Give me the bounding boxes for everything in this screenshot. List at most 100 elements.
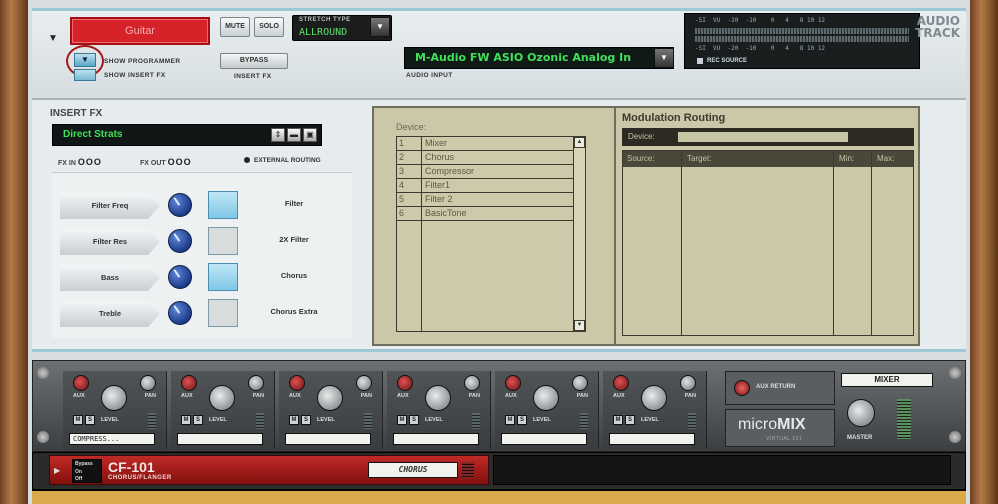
- macro-button[interactable]: [208, 263, 238, 291]
- level-knob[interactable]: [101, 385, 127, 411]
- bypass-button[interactable]: BYPASS: [220, 53, 288, 69]
- folder-icon[interactable]: ▬: [287, 128, 301, 142]
- device-list-item[interactable]: 3 Compressor: [397, 165, 573, 179]
- mute-button[interactable]: M: [73, 415, 83, 425]
- aux-return-knob[interactable]: [734, 380, 750, 396]
- channel-name-field[interactable]: [177, 433, 263, 445]
- mixer-channel: AUX PAN M S LEVEL: [387, 371, 491, 449]
- mute-button[interactable]: M: [289, 415, 299, 425]
- scroll-up-icon[interactable]: ▲: [574, 137, 585, 148]
- aux-knob[interactable]: [397, 375, 413, 391]
- pan-knob[interactable]: [464, 375, 480, 391]
- level-label: LEVEL: [533, 417, 551, 423]
- save-icon[interactable]: ▣: [303, 128, 317, 142]
- modulation-routing-title: Modulation Routing: [622, 112, 726, 124]
- pan-label: PAN: [468, 393, 480, 399]
- macro-knob[interactable]: [168, 229, 192, 253]
- pan-knob[interactable]: [572, 375, 588, 391]
- show-programmer-button[interactable]: ▼: [74, 53, 96, 67]
- pan-label: PAN: [684, 393, 696, 399]
- macro-row: Bass Chorus: [60, 263, 350, 293]
- macro-knob[interactable]: [168, 193, 192, 217]
- track-name-field[interactable]: Guitar: [70, 17, 210, 45]
- channel-name-field[interactable]: [501, 433, 587, 445]
- audio-input-dropdown-icon[interactable]: ▼: [654, 48, 674, 68]
- device-list-item[interactable]: 4 Filter1: [397, 179, 573, 193]
- level-knob[interactable]: [533, 385, 559, 411]
- macro-knob-label: Treble: [60, 301, 160, 327]
- mute-button[interactable]: M: [505, 415, 515, 425]
- insert-fx-small-label: INSERT FX: [234, 73, 272, 80]
- solo-button[interactable]: S: [85, 415, 95, 425]
- device-number: 1: [399, 138, 405, 148]
- aux-knob[interactable]: [73, 375, 89, 391]
- aux-knob[interactable]: [289, 375, 305, 391]
- macro-row: Filter Freq Filter: [60, 191, 350, 221]
- aux-knob[interactable]: [613, 375, 629, 391]
- level-knob[interactable]: [209, 385, 235, 411]
- modulation-device-row: Device:: [622, 128, 914, 146]
- modulation-table: Source: Target: Min: Max:: [622, 150, 914, 336]
- macro-button[interactable]: [208, 299, 238, 327]
- patch-scroll-icon[interactable]: ⇕: [271, 128, 285, 142]
- pan-knob[interactable]: [140, 375, 156, 391]
- solo-button[interactable]: S: [625, 415, 635, 425]
- min-column-header: Min:: [839, 154, 855, 163]
- channel-name-field[interactable]: [393, 433, 479, 445]
- level-knob[interactable]: [641, 385, 667, 411]
- macro-knob[interactable]: [168, 265, 192, 289]
- device-name: Chorus: [425, 152, 455, 162]
- master-knob[interactable]: [847, 399, 875, 427]
- channel-name-field[interactable]: COMPRESS...: [69, 433, 155, 445]
- solo-button[interactable]: S: [301, 415, 311, 425]
- table-divider: [871, 151, 872, 335]
- solo-button[interactable]: S: [193, 415, 203, 425]
- aux-knob[interactable]: [181, 375, 197, 391]
- external-routing[interactable]: EXTERNAL ROUTING: [244, 157, 321, 164]
- device-list-item[interactable]: 1 Mixer: [397, 137, 573, 151]
- device-list-item[interactable]: 6 BasicTone: [397, 207, 573, 221]
- rec-source-button[interactable]: [697, 58, 703, 64]
- device-number: 4: [399, 180, 405, 190]
- macro-button-label: Filter: [284, 199, 304, 208]
- pan-knob[interactable]: [356, 375, 372, 391]
- modulation-device-field[interactable]: [678, 132, 848, 142]
- pan-knob[interactable]: [248, 375, 264, 391]
- cf101-bypass-switch[interactable]: Bypass On Off: [72, 459, 102, 483]
- solo-button[interactable]: S: [409, 415, 419, 425]
- device-list-item[interactable]: 2 Chorus: [397, 151, 573, 165]
- macro-button[interactable]: [208, 227, 238, 255]
- aux-knob[interactable]: [505, 375, 521, 391]
- scroll-down-icon[interactable]: ▼: [574, 320, 585, 331]
- mute-button[interactable]: M: [397, 415, 407, 425]
- cf101-panel: [493, 455, 951, 485]
- level-knob[interactable]: [317, 385, 343, 411]
- mute-button[interactable]: M: [181, 415, 191, 425]
- device-list-item[interactable]: 5 Filter 2: [397, 193, 573, 207]
- cf101-patch-field[interactable]: CHORUS: [368, 462, 458, 478]
- audio-input-select[interactable]: M-Audio FW ASIO Ozonic Analog In: [404, 47, 674, 69]
- patch-display[interactable]: Direct Strats ⇕ ▬ ▣: [52, 124, 322, 146]
- mute-button[interactable]: M: [613, 415, 623, 425]
- macro-knob[interactable]: [168, 301, 192, 325]
- fx-out-leds: OOO: [167, 157, 192, 167]
- solo-button[interactable]: SOLO: [254, 17, 284, 37]
- mixer-name-field[interactable]: MIXER: [841, 373, 933, 387]
- show-insert-fx-button[interactable]: [74, 69, 96, 81]
- collapse-arrow-icon[interactable]: ▼: [48, 33, 58, 44]
- cf101-fold-icon[interactable]: ▶: [54, 466, 60, 475]
- channel-name-field[interactable]: [285, 433, 371, 445]
- device-list-scrollbar[interactable]: ▲ ▼: [573, 137, 585, 331]
- macro-controls: Filter Freq Filter Filter Res 2X Filter …: [52, 172, 352, 338]
- macro-knob-label: Bass: [60, 265, 160, 291]
- solo-button[interactable]: S: [517, 415, 527, 425]
- stretch-dropdown-icon[interactable]: ▼: [370, 17, 390, 37]
- fx-in-leds: OOO: [77, 157, 102, 167]
- level-knob[interactable]: [425, 385, 451, 411]
- pan-knob[interactable]: [680, 375, 696, 391]
- channel-name-field[interactable]: [609, 433, 695, 445]
- channel-meter: [256, 413, 264, 429]
- macro-button[interactable]: [208, 191, 238, 219]
- mute-button[interactable]: MUTE: [220, 17, 250, 37]
- level-label: LEVEL: [101, 417, 119, 423]
